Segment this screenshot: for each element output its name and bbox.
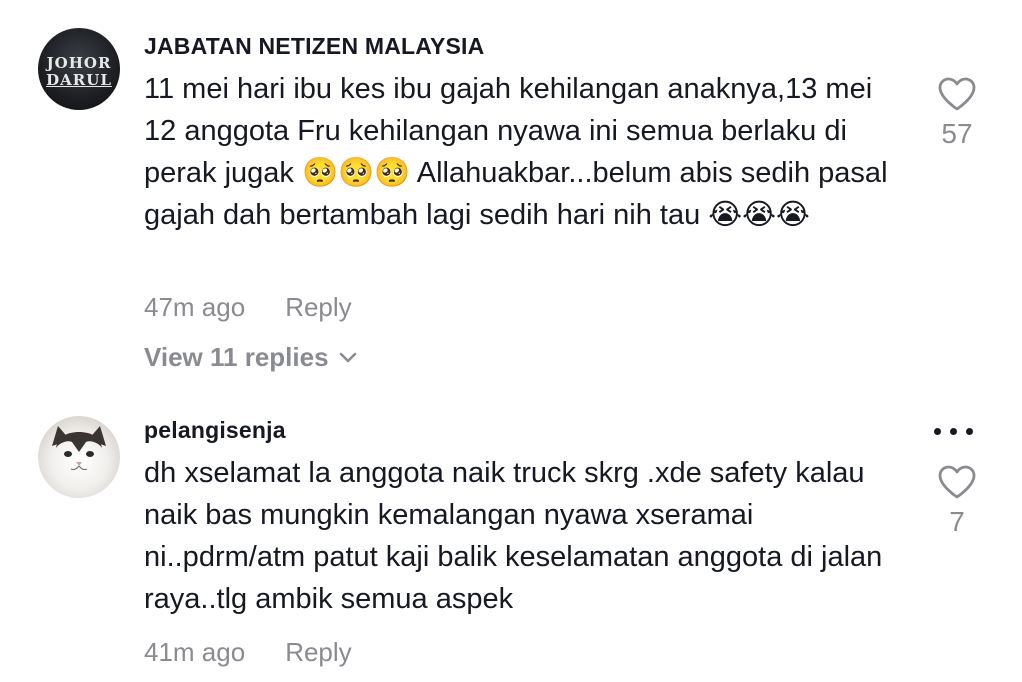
avatar-logo-text: JOHOR — [46, 54, 112, 72]
more-options-button[interactable] — [934, 428, 973, 435]
cat-avatar-image — [52, 426, 106, 471]
heart-outline-icon — [938, 77, 976, 111]
comment-text: dh xselamat la anggota naik truck skrg .… — [144, 457, 883, 615]
view-replies-label: View 11 replies — [144, 342, 329, 372]
comment-username[interactable]: pelangisenja — [144, 417, 286, 444]
more-dots-icon — [950, 428, 957, 435]
comment-meta: 47m ago Reply — [144, 292, 352, 323]
reply-button[interactable]: Reply — [285, 637, 351, 667]
like-count: 57 — [941, 118, 973, 149]
avatar[interactable]: JOHOR DARUL — [38, 28, 120, 110]
avatar-logo-text: DARUL — [46, 71, 112, 89]
like-button[interactable]: 7 — [930, 464, 984, 538]
comment-timestamp: 47m ago — [144, 292, 246, 322]
view-replies-button[interactable]: View 11 replies — [144, 342, 357, 373]
like-count: 7 — [949, 506, 965, 537]
more-dots-icon — [934, 428, 941, 435]
like-button[interactable]: 57 — [930, 76, 984, 150]
avatar[interactable] — [38, 416, 120, 498]
comment-username[interactable]: JABATAN NETIZEN MALAYSIA — [144, 33, 484, 60]
comment-meta: 41m ago Reply — [144, 637, 352, 668]
reply-button[interactable]: Reply — [285, 292, 351, 322]
heart-outline-icon — [938, 465, 976, 499]
chevron-down-icon — [339, 352, 356, 362]
comment-timestamp: 41m ago — [144, 637, 246, 667]
comment-text: 11 mei hari ibu kes ibu gajah kehilangan… — [144, 73, 888, 231]
more-dots-icon — [966, 428, 973, 435]
